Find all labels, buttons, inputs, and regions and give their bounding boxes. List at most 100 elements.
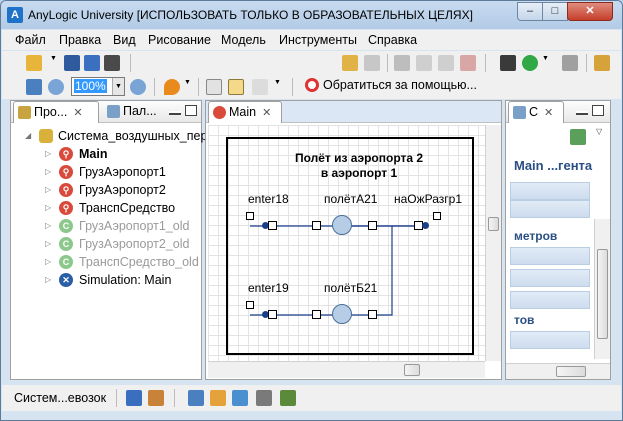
menu-tools[interactable]: Инструменты	[279, 33, 357, 47]
menu-edit[interactable]: Правка	[59, 33, 101, 47]
tab-main[interactable]: Main ✕	[208, 101, 282, 123]
save-all-icon[interactable]	[84, 55, 100, 71]
menu-help[interactable]: Справка	[368, 33, 417, 47]
expand-arrow-icon[interactable]: ▷	[45, 271, 55, 289]
undo-icon[interactable]	[342, 55, 358, 71]
zoom-out-icon[interactable]	[48, 79, 64, 95]
maximize-panel-icon[interactable]	[185, 105, 197, 116]
cut-icon[interactable]	[394, 55, 410, 71]
close-button[interactable]: ✕	[567, 2, 613, 21]
expand-arrow-icon[interactable]: ▷	[45, 235, 55, 253]
enter18-block[interactable]	[268, 221, 277, 230]
flightA-delay-icon[interactable]	[332, 215, 352, 235]
tree-item[interactable]: ▷ C ГрузАэропорт2_old	[25, 235, 201, 253]
tree-item[interactable]: ▷ ⚲ Main	[25, 145, 201, 163]
enter19-label[interactable]: enter19	[248, 281, 289, 295]
flightB-label[interactable]: полётБ21	[324, 281, 377, 295]
minimize-button[interactable]: –	[517, 2, 543, 21]
diagram-canvas[interactable]: Полёт из аэропорта 2 в аэропорт 1 enter1…	[208, 125, 485, 361]
run-icon[interactable]	[522, 55, 538, 71]
expand-arrow-icon[interactable]: ▷	[45, 253, 55, 271]
maximize-button[interactable]: □	[542, 2, 568, 21]
layers-dropdown-icon[interactable]: ▼	[274, 79, 282, 95]
tree-item[interactable]: ▷ C ГрузАэропорт1_old	[25, 217, 201, 235]
scroll-thumb[interactable]	[488, 217, 499, 231]
tab-palette[interactable]: Пал...	[103, 101, 163, 123]
delete-icon[interactable]	[460, 55, 476, 71]
chevron-down-icon[interactable]: ▼	[112, 78, 124, 95]
flightA-label[interactable]: полётА21	[324, 192, 377, 206]
editor-horizontal-scrollbar[interactable]	[208, 361, 485, 378]
location-pin-icon[interactable]	[164, 79, 180, 95]
expand-arrow-icon[interactable]: ▷	[45, 145, 55, 163]
properties-section-items[interactable]: тов	[514, 313, 534, 327]
view-menu-icon[interactable]: ▽	[596, 127, 602, 136]
scroll-thumb[interactable]	[404, 364, 420, 376]
snap-to-grid-icon[interactable]	[228, 79, 244, 95]
get-support-button[interactable]: Обратиться за помощью...	[305, 78, 477, 92]
minimize-panel-icon[interactable]	[169, 111, 181, 115]
scroll-thumb[interactable]	[556, 366, 586, 377]
expand-arrow-icon[interactable]: ▷	[45, 217, 55, 235]
sink-label[interactable]: наОжРазгр1	[394, 192, 462, 206]
collapse-arrow-icon[interactable]: ◢	[25, 127, 35, 145]
new-dropdown-icon[interactable]: ▼	[50, 55, 58, 71]
tree-item-label: ТранспСредство_old	[79, 255, 199, 269]
tree-item[interactable]: ▷ ⚲ ГрузАэропорт1	[25, 163, 201, 181]
select-tool-icon[interactable]	[188, 390, 204, 406]
expand-arrow-icon[interactable]: ▷	[45, 199, 55, 217]
menu-view[interactable]: Вид	[113, 33, 136, 47]
close-icon[interactable]: ✕	[262, 107, 271, 119]
enter19-block[interactable]	[268, 310, 277, 319]
menu-draw[interactable]: Рисование	[148, 33, 211, 47]
expand-arrow-icon[interactable]: ▷	[45, 181, 55, 199]
stop-icon[interactable]	[562, 55, 578, 71]
paste-icon[interactable]	[438, 55, 454, 71]
pin-view-icon[interactable]	[570, 129, 586, 145]
zoom-in-icon[interactable]	[130, 79, 146, 95]
tab-properties[interactable]: С ✕	[508, 101, 564, 123]
expand-arrow-icon[interactable]: ▷	[45, 163, 55, 181]
console-icon[interactable]	[126, 390, 142, 406]
scroll-thumb[interactable]	[597, 249, 608, 339]
zoom-combobox[interactable]: 100% ▼	[71, 77, 125, 96]
network-tool-icon[interactable]	[280, 390, 296, 406]
connector-tool-icon[interactable]	[232, 390, 248, 406]
close-icon[interactable]: ✕	[544, 107, 553, 119]
zoom-fit-icon[interactable]	[26, 79, 42, 95]
properties-horizontal-scrollbar[interactable]	[506, 363, 610, 379]
pin-dropdown-icon[interactable]: ▼	[184, 79, 192, 95]
enter18-label[interactable]: enter18	[248, 192, 289, 206]
properties-vertical-scrollbar[interactable]	[594, 219, 610, 359]
save-as-icon[interactable]	[104, 55, 120, 71]
build-icon[interactable]	[500, 55, 516, 71]
project-tree: ◢ Система_воздушных_пер ▷ ⚲ Main ▷ ⚲ ГрузАэро…	[25, 127, 207, 307]
copy-icon[interactable]	[416, 55, 432, 71]
close-icon[interactable]: ✕	[73, 107, 82, 119]
flowblock-port	[312, 221, 321, 230]
tree-item[interactable]: ▷ ✕ Simulation: Main	[25, 271, 201, 289]
problems-icon[interactable]	[148, 390, 164, 406]
layers-icon[interactable]	[252, 79, 268, 95]
tab-projects[interactable]: Про... ✕	[13, 101, 99, 123]
shapes-tool-icon[interactable]	[210, 390, 226, 406]
save-icon[interactable]	[64, 55, 80, 71]
new-model-icon[interactable]	[26, 55, 42, 71]
maximize-panel-icon[interactable]	[592, 105, 604, 116]
tree-root[interactable]: ◢ Система_воздушных_пер	[25, 127, 207, 145]
wand-icon[interactable]	[594, 55, 610, 71]
tree-item[interactable]: ▷ C ТранспСредство_old	[25, 253, 201, 271]
move-tool-icon[interactable]	[256, 390, 272, 406]
menu-file[interactable]: Файл	[15, 33, 46, 47]
tree-item[interactable]: ▷ ⚲ ТранспСредство	[25, 199, 201, 217]
grid-icon[interactable]	[206, 79, 222, 95]
tree-item[interactable]: ▷ ⚲ ГрузАэропорт2	[25, 181, 201, 199]
run-dropdown-icon[interactable]: ▼	[542, 55, 550, 71]
redo-icon[interactable]	[364, 55, 380, 71]
minimize-panel-icon[interactable]	[576, 111, 588, 115]
flightB-delay-icon[interactable]	[332, 304, 352, 324]
editor-vertical-scrollbar[interactable]	[485, 125, 501, 361]
model-icon	[39, 129, 53, 143]
menu-model[interactable]: Модель	[221, 33, 266, 47]
properties-section-params[interactable]: метров	[514, 229, 557, 243]
